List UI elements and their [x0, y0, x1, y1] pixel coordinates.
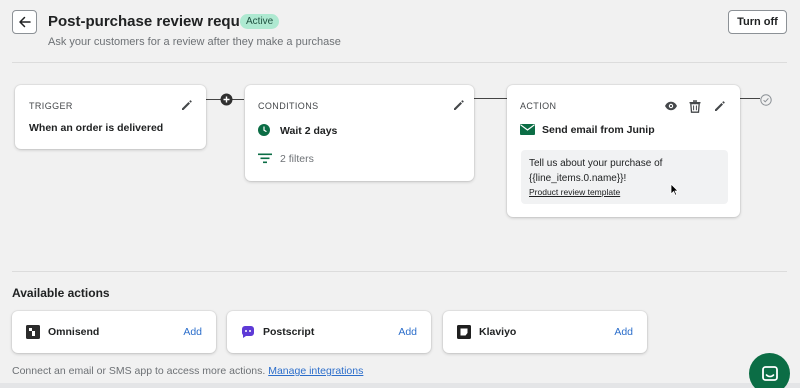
workflow-end-marker [760, 93, 772, 106]
mouse-cursor [670, 183, 679, 196]
pencil-icon [453, 99, 464, 110]
add-postscript-button[interactable]: Add [398, 326, 417, 338]
integration-name: Klaviyo [479, 326, 517, 338]
conditions-card[interactable]: CONDITIONS Wait 2 days 2 filters [245, 85, 474, 181]
klaviyo-logo-icon [457, 325, 471, 339]
header-divider [12, 62, 787, 63]
postscript-logo-icon [242, 326, 254, 338]
integration-card-klaviyo: Klaviyo Add [443, 311, 647, 353]
conditions-label: CONDITIONS [258, 101, 319, 111]
edit-action-button[interactable] [712, 99, 726, 113]
delete-action-button[interactable] [688, 99, 702, 113]
plus-circle-icon [220, 93, 233, 106]
integration-name: Omnisend [48, 326, 100, 338]
connector-line [474, 98, 507, 99]
manage-integrations-link[interactable]: Manage integrations [268, 365, 363, 377]
section-divider [12, 271, 787, 272]
page-title: Post-purchase review request [48, 13, 262, 30]
footer-text: Connect an email or SMS app to access mo… [12, 365, 266, 377]
check-circle-icon [760, 94, 772, 106]
trash-icon [689, 99, 701, 113]
action-label: ACTION [520, 101, 557, 111]
email-preview-box: Tell us about your purchase of {{line_it… [521, 150, 728, 204]
action-title: Send email from Junip [542, 124, 655, 136]
footer-note: Connect an email or SMS app to access mo… [12, 365, 363, 377]
trigger-label: TRIGGER [29, 101, 73, 111]
add-klaviyo-button[interactable]: Add [614, 326, 633, 338]
trigger-value: When an order is delivered [29, 122, 164, 134]
email-message: Tell us about your purchase of {{line_it… [529, 156, 719, 186]
preview-button[interactable] [664, 99, 678, 113]
add-omnisend-button[interactable]: Add [183, 326, 202, 338]
envelope-icon [520, 124, 535, 135]
integration-card-omnisend: Omnisend Add [12, 311, 216, 353]
clock-icon [258, 124, 270, 136]
action-card[interactable]: ACTION Send email from Junip Tell us abo… [507, 85, 740, 217]
available-actions-title: Available actions [12, 286, 110, 300]
email-message-line-2: {{line_items.0.name}}! [529, 173, 627, 184]
bottom-bar [0, 383, 800, 388]
back-button[interactable] [12, 10, 37, 34]
integration-card-postscript: Postscript Add [227, 311, 431, 353]
omnisend-logo-icon [26, 325, 40, 339]
edit-trigger-button[interactable] [179, 98, 193, 112]
page-subtitle: Ask your customers for a review after th… [48, 36, 341, 48]
turn-off-button[interactable]: Turn off [728, 10, 787, 34]
connector-line [740, 98, 760, 99]
status-badge: Active [240, 14, 280, 29]
email-message-line-1: Tell us about your purchase of [529, 158, 663, 169]
trigger-card[interactable]: TRIGGER When an order is delivered [15, 85, 206, 149]
filter-icon [258, 153, 272, 164]
filters-count[interactable]: 2 filters [280, 153, 314, 165]
chat-icon [761, 365, 778, 381]
add-step-button[interactable] [220, 93, 233, 106]
pencil-icon [181, 99, 192, 110]
integration-name: Postscript [263, 326, 315, 338]
chat-button[interactable] [749, 353, 790, 388]
wait-condition: Wait 2 days [280, 125, 338, 137]
arrow-left-icon [18, 16, 31, 28]
page-header: Post-purchase review request Active Ask … [0, 0, 800, 62]
eye-icon [665, 101, 677, 111]
edit-conditions-button[interactable] [451, 98, 465, 112]
template-link[interactable]: Product review template [529, 187, 620, 197]
pencil-icon [714, 100, 725, 111]
